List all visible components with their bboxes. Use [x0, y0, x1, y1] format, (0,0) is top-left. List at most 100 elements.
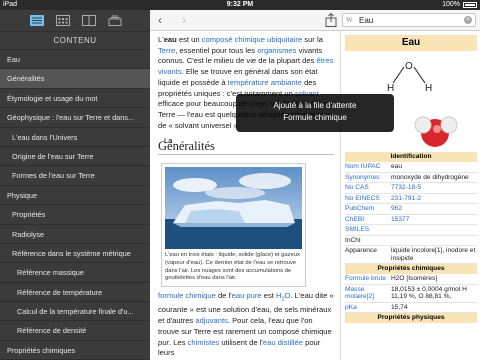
sidebar-title: CONTENU — [0, 32, 150, 50]
article-link[interactable]: eau pure — [232, 291, 262, 300]
back-button[interactable]: ‹ — [158, 13, 162, 27]
article-link[interactable]: chimistes — [188, 338, 220, 347]
infobox-row: ChEBI 15377 — [345, 215, 477, 225]
toast-message: Ajouté à la file d'attente — [273, 101, 357, 110]
article-link[interactable]: Terre — [158, 46, 175, 55]
identification-header: Identification — [345, 152, 477, 162]
toc-item[interactable]: Eau — [0, 50, 150, 70]
infobox-key: InChI — [345, 236, 361, 244]
stack-icon[interactable] — [108, 15, 122, 26]
infobox-row: Masse molaire[2] 18,0153 ± 0,0004 g/mol H… — [345, 285, 477, 303]
infobox-key[interactable]: SMILES — [345, 226, 391, 234]
battery-percent: 100% — [442, 1, 460, 8]
article-toolbar: ‹ › W Eau × — [150, 10, 480, 31]
infobox-key[interactable]: pKa — [345, 304, 391, 312]
infobox-key: Apparence — [345, 247, 377, 254]
toc-item[interactable]: Physique — [0, 186, 150, 206]
figure-thumbnail[interactable]: L'eau en trois états : liquide, solide (… — [161, 163, 306, 288]
article-link[interactable]: ubiquitaire — [267, 35, 302, 44]
toc-item[interactable]: L'eau dans l'Univers — [0, 128, 150, 147]
infobox-row: Apparence liquide incolore[1], inodore et… — [345, 246, 477, 264]
book-icon[interactable] — [82, 15, 96, 26]
infobox-value: 18,0153 ± 0,0004 g/mol H 11,19 %, O 88,8… — [391, 285, 467, 301]
infobox-value[interactable]: 962 — [391, 205, 477, 213]
infobox-value: liquide incolore[1], inodore et insipide — [391, 247, 476, 262]
toc-item[interactable]: Généralités — [0, 69, 150, 89]
article-text: utilisent de l' — [219, 337, 263, 347]
infobox-key[interactable]: Synonymes — [345, 174, 391, 182]
toc-item[interactable]: Référence massique — [0, 263, 150, 283]
article-text: , essentiel pour tous les — [175, 45, 258, 55]
infobox-value[interactable]: 231-791-2 — [391, 195, 477, 203]
article-text: . Les — [168, 337, 188, 347]
infobox-key[interactable]: ChEBI — [345, 216, 391, 224]
toc-sidebar: CONTENU Eau Généralités Étymologie et usag… — [0, 10, 150, 360]
infobox-value: eau — [391, 163, 403, 170]
infobox-key[interactable]: No CAS — [345, 184, 391, 192]
article-text: sur la — [302, 35, 323, 44]
infobox-key[interactable]: PubChem — [345, 205, 391, 213]
queued-toast: Ajouté à la file d'attente Formule chimi… — [236, 94, 394, 132]
search-input[interactable]: W Eau × — [342, 13, 476, 27]
hydrogen-label-2: H — [425, 83, 432, 94]
infobox-value — [391, 226, 477, 234]
infobox-value: H2O [Isomères] — [391, 275, 438, 282]
toc-item[interactable]: Géophysique : l'eau sur Terre et dans... — [0, 108, 150, 128]
toc-item[interactable]: Référence de température — [0, 283, 150, 303]
list-icon[interactable] — [30, 15, 44, 26]
toc-item[interactable]: Référence de densité — [0, 321, 150, 341]
article-link[interactable]: adjuvants — [195, 316, 228, 325]
infobox-value: monoxyde de dihydrogène — [391, 173, 469, 181]
toc-item[interactable]: Étymologie et usage du mot — [0, 89, 150, 109]
infobox-row: Formule brute H2O [Isomères] — [345, 274, 477, 285]
infobox-row: Nom IUPAC eau — [345, 162, 477, 173]
clear-search-icon[interactable]: × — [464, 16, 472, 24]
grid-icon[interactable] — [56, 15, 70, 26]
article-body: L'eau est un composé chimique ubiquitair… — [150, 31, 340, 360]
search-value: Eau — [359, 16, 374, 25]
infobox-key[interactable]: No EINECS — [345, 195, 391, 203]
iceberg-photo — [165, 167, 302, 250]
battery-icon — [463, 1, 477, 8]
oxygen-label: O — [405, 61, 413, 72]
infobox-title: Eau — [345, 35, 477, 51]
infobox-value[interactable]: 7732-18-5 — [391, 184, 477, 192]
truncated-text: La — [164, 136, 173, 145]
infobox-value[interactable]: 15377 — [391, 216, 477, 224]
toc-item[interactable]: Formes de l'eau sur Terre — [0, 166, 150, 186]
infobox-row: PubChem 962 — [345, 204, 477, 215]
article-link[interactable]: formule chimique — [158, 291, 216, 300]
article-text: eau — [163, 35, 177, 44]
toc-item[interactable]: Radiolyse — [0, 225, 150, 244]
article-link[interactable]: composé chimique — [202, 35, 265, 44]
toc-item[interactable]: Origine de l'eau sur Terre — [0, 147, 150, 167]
forward-button[interactable]: › — [182, 13, 186, 27]
article-link[interactable]: température ambiante — [228, 78, 302, 87]
share-icon[interactable] — [325, 13, 337, 27]
wikipedia-w-icon: W — [346, 16, 353, 24]
infobox-key[interactable]: Formule brute — [345, 275, 391, 283]
clock: 9:32 PM — [226, 1, 254, 8]
toc-item[interactable]: Propriétés chimiques — [0, 341, 150, 360]
chemical-properties-rows: Formule brute H2O [Isomères] Masse molaire… — [341, 274, 480, 313]
toc-item[interactable]: Calcul de la température finale d'u... — [0, 302, 150, 322]
identification-rows: Nom IUPAC eau Synonymes monoxyde de dihydro… — [341, 162, 480, 264]
section-heading: Généralités — [158, 140, 334, 156]
toc-item[interactable]: Référence dans le système métrique — [0, 244, 150, 264]
article-link[interactable]: eau distillée — [263, 338, 303, 347]
infobox-row: No EINECS 231-791-2 — [345, 194, 477, 204]
toc-list: Eau Généralités Étymologie et usage du mot… — [0, 50, 150, 360]
infobox-key[interactable]: Nom IUPAC — [345, 163, 391, 171]
infobox-row: InChI — [345, 236, 477, 246]
infobox-key[interactable]: Masse molaire[2] — [345, 286, 391, 301]
sidebar-toolbar — [0, 10, 150, 32]
infobox: Eau O H H Identification Nom IUPAC eau Syn… — [340, 31, 480, 360]
infobox-row: No CAS 7732-18-5 — [345, 183, 477, 194]
toast-subject: Formule chimique — [283, 113, 347, 122]
toc-item[interactable]: Propriétés — [0, 205, 150, 225]
article-link[interactable]: organismes — [257, 46, 296, 55]
body-paragraph: formule chimique de l'eau pure est H2O. … — [158, 291, 334, 359]
article-text: est un — [176, 35, 202, 44]
infobox-row: Synonymes monoxyde de dihydrogène — [345, 173, 477, 183]
chemical-properties-header: Propriétés chimiques — [345, 264, 477, 274]
